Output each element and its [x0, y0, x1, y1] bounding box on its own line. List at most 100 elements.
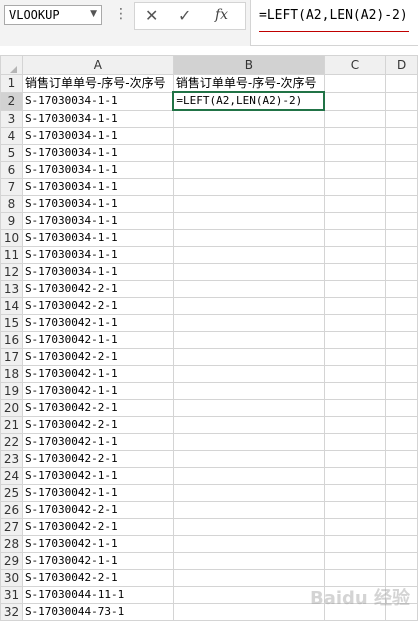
cell-d[interactable] [385, 228, 418, 247]
cell-d[interactable] [385, 347, 418, 366]
row-header[interactable]: 31 [0, 585, 23, 604]
cell-b[interactable] [172, 330, 325, 349]
cell-a[interactable]: S-17030034-1-1 [21, 262, 174, 281]
cell-a[interactable]: S-17030034-1-1 [21, 211, 174, 230]
row-header[interactable]: 21 [0, 415, 23, 434]
cell-a[interactable]: S-17030042-1-1 [21, 432, 174, 451]
cell-c[interactable] [323, 177, 387, 196]
cell-a[interactable]: S-17030042-2-1 [21, 500, 174, 519]
cell-d[interactable] [385, 585, 418, 604]
cell-d[interactable] [385, 194, 418, 213]
cell-b[interactable] [172, 466, 325, 485]
row-header[interactable]: 20 [0, 398, 23, 417]
cell-b[interactable] [172, 534, 325, 553]
row-header[interactable]: 11 [0, 245, 23, 264]
cell-d[interactable] [385, 262, 418, 281]
cell-a[interactable]: S-17030034-1-1 [21, 194, 174, 213]
cancel-icon[interactable]: ✕ [145, 6, 158, 25]
cell-c[interactable] [323, 313, 387, 332]
cell-b[interactable] [172, 381, 325, 400]
cell-a[interactable]: S-17030042-2-1 [21, 279, 174, 298]
cell-d[interactable] [385, 449, 418, 468]
cell-c[interactable] [323, 109, 387, 128]
cell-c[interactable] [323, 500, 387, 519]
cell-d[interactable] [385, 211, 418, 230]
cell-d[interactable] [385, 313, 418, 332]
cell-c[interactable] [323, 517, 387, 536]
cell-b[interactable] [172, 262, 325, 281]
cell-d[interactable] [385, 517, 418, 536]
cell-b[interactable] [172, 228, 325, 247]
cell-b[interactable] [172, 432, 325, 451]
cell-c[interactable] [323, 126, 387, 145]
cell-c[interactable] [323, 160, 387, 179]
row-header[interactable]: 4 [0, 126, 23, 145]
cell-d[interactable] [385, 415, 418, 434]
cell-d[interactable] [385, 177, 418, 196]
cell-b[interactable] [172, 585, 325, 604]
row-header[interactable]: 18 [0, 364, 23, 383]
cell-d[interactable] [385, 466, 418, 485]
cell-d[interactable] [385, 126, 418, 145]
row-header[interactable]: 6 [0, 160, 23, 179]
cell-d[interactable] [385, 109, 418, 128]
cell-a[interactable]: S-17030042-2-1 [21, 449, 174, 468]
cell-d[interactable] [385, 381, 418, 400]
cell-d1[interactable] [385, 74, 418, 93]
cell-c[interactable] [323, 585, 387, 604]
cell-c[interactable] [323, 602, 387, 621]
row-header[interactable]: 19 [0, 381, 23, 400]
select-all-corner[interactable] [0, 55, 23, 75]
cell-b[interactable] [172, 109, 325, 128]
cell-b[interactable] [172, 364, 325, 383]
cell-a[interactable]: S-17030044-73-1 [21, 602, 174, 621]
row-header[interactable]: 17 [0, 347, 23, 366]
cell-b[interactable] [172, 568, 325, 587]
cell-b[interactable] [172, 500, 325, 519]
row-header[interactable]: 29 [0, 551, 23, 570]
cell-d[interactable] [385, 398, 418, 417]
cell-c[interactable] [323, 398, 387, 417]
row-header[interactable]: 10 [0, 228, 23, 247]
cell-c[interactable] [323, 415, 387, 434]
row-header[interactable]: 15 [0, 313, 23, 332]
row-header[interactable]: 9 [0, 211, 23, 230]
cell-a[interactable]: S-17030044-11-1 [21, 585, 174, 604]
row-header[interactable]: 26 [0, 500, 23, 519]
row-header[interactable]: 22 [0, 432, 23, 451]
cell-b[interactable] [172, 517, 325, 536]
cell-b[interactable] [172, 398, 325, 417]
insert-function-icon[interactable]: fx [215, 7, 228, 23]
row-header[interactable]: 30 [0, 568, 23, 587]
cell-b[interactable] [172, 143, 325, 162]
cell-d[interactable] [385, 91, 418, 111]
cell-a[interactable]: S-17030034-1-1 [21, 126, 174, 145]
cell-b[interactable] [172, 449, 325, 468]
cell-a[interactable]: S-17030034-1-1 [21, 245, 174, 264]
column-header-d[interactable]: D [385, 55, 418, 75]
cell-d[interactable] [385, 500, 418, 519]
cell-c[interactable] [323, 143, 387, 162]
cell-b[interactable] [172, 177, 325, 196]
row-header[interactable]: 24 [0, 466, 23, 485]
cell-d[interactable] [385, 245, 418, 264]
column-header-c[interactable]: C [323, 55, 387, 75]
cell-b[interactable] [172, 126, 325, 145]
cell-a[interactable]: S-17030042-1-1 [21, 381, 174, 400]
row-header[interactable]: 25 [0, 483, 23, 502]
cell-a[interactable]: S-17030034-1-1 [21, 109, 174, 128]
cell-b2-editing[interactable]: =LEFT(A2,LEN(A2)-2) [172, 91, 326, 111]
cell-d[interactable] [385, 432, 418, 451]
cell-a[interactable]: S-17030034-1-1 [21, 143, 174, 162]
cell-c[interactable] [323, 432, 387, 451]
cell-d[interactable] [385, 568, 418, 587]
cell-d[interactable] [385, 602, 418, 621]
cell-d[interactable] [385, 483, 418, 502]
cell-a[interactable]: S-17030034-1-1 [21, 228, 174, 247]
cell-c[interactable] [323, 245, 387, 264]
cell-a[interactable]: S-17030042-2-1 [21, 347, 174, 366]
cell-a[interactable]: S-17030042-1-1 [21, 534, 174, 553]
cell-a[interactable]: S-17030034-1-1 [21, 177, 174, 196]
cell-b[interactable] [172, 551, 325, 570]
cell-c1[interactable] [323, 74, 387, 93]
